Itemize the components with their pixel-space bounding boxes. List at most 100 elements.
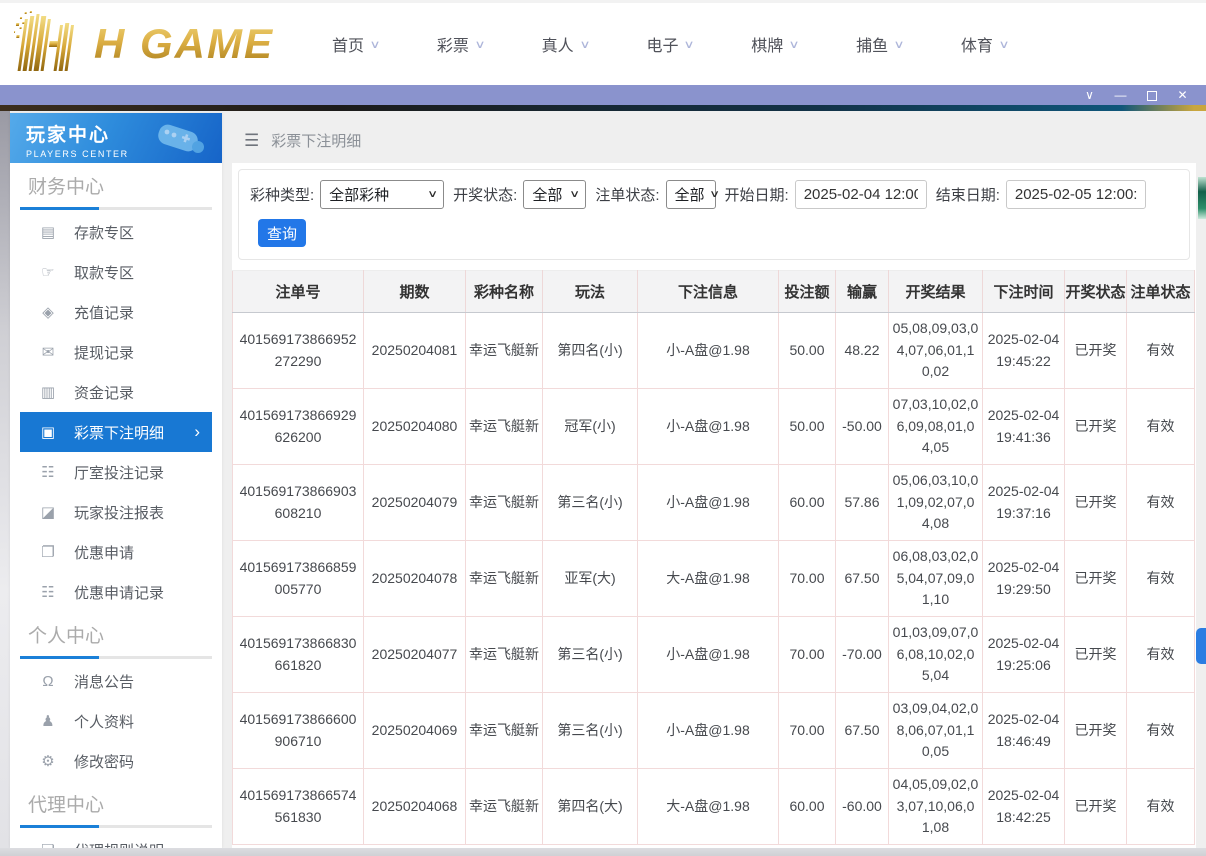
cell-draw-result: 03,09,04,02,08,06,07,01,10,05	[889, 693, 983, 769]
main-panel: 彩种类型: 全部彩种 ∨ 开奖状态: 全部 ∨ 注单状态: 全部 ∨ 开始日期:…	[232, 163, 1196, 848]
order-status-select[interactable]: 全部 ∨	[666, 180, 716, 209]
col-header-win-loss: 输赢	[836, 271, 889, 313]
maximize-button[interactable]	[1136, 85, 1167, 105]
nav-item-live[interactable]: 真人∨	[542, 32, 589, 56]
sidebar-item-change-password[interactable]: ⚙修改密码	[20, 741, 212, 781]
cell-bet-amount: 60.00	[779, 769, 836, 845]
deposit-card-icon: ▤	[38, 223, 58, 241]
cell-bet-time: 2025-02-04 18:42:25	[983, 769, 1065, 845]
sidebar-menu: 财务中心 ▤存款专区☞取款专区◈充值记录✉提现记录▥资金记录▣彩票下注明细›☷厅室…	[10, 163, 222, 848]
table-row: 40156917386692962620020250204080幸运飞艇新冠军(…	[233, 389, 1195, 465]
close-button[interactable]: ✕	[1167, 85, 1198, 105]
logo[interactable]: H GAME	[14, 11, 274, 73]
titlebar-collapse-button[interactable]: ∨	[1074, 85, 1105, 105]
table-row: 40156917386685900577020250204078幸运飞艇新亚军(…	[233, 541, 1195, 617]
cell-period: 20250204069	[364, 693, 466, 769]
player-bet-report-chart-icon: ◪	[38, 503, 58, 521]
floating-side-tab[interactable]	[1196, 628, 1206, 664]
table-header-row: 注单号期数彩种名称玩法下注信息投注额输赢开奖结果下注时间开奖状态注单状态	[233, 271, 1195, 313]
sidebar-item-withdraw-records[interactable]: ✉提现记录	[20, 332, 212, 372]
cell-order-no: 401569173866952272290	[233, 313, 364, 389]
nav-label: 棋牌	[751, 32, 783, 56]
end-date-input[interactable]	[1006, 180, 1146, 209]
cell-draw-result: 05,08,09,03,04,07,06,01,10,02	[889, 313, 983, 389]
cell-bet-amount: 50.00	[779, 313, 836, 389]
col-header-lottery-name: 彩种名称	[466, 271, 543, 313]
cell-lottery-name: 幸运飞艇新	[466, 389, 543, 465]
nav-item-chess[interactable]: 棋牌∨	[751, 32, 798, 56]
table-row: 40156917386660090671020250204069幸运飞艇新第三名…	[233, 693, 1195, 769]
chevron-down-icon: ∨	[998, 38, 1009, 51]
draw-status-select[interactable]: 全部 ∨	[523, 180, 586, 209]
filter-row: 彩种类型: 全部彩种 ∨ 开奖状态: 全部 ∨ 注单状态: 全部 ∨ 开始日期:…	[247, 180, 1181, 209]
recharge-moneybag-icon: ◈	[38, 303, 58, 321]
cell-lottery-name: 幸运飞艇新	[466, 465, 543, 541]
col-header-draw-result: 开奖结果	[889, 271, 983, 313]
cell-bet-info: 大-A盘@1.98	[638, 541, 779, 617]
cell-period: 20250204078	[364, 541, 466, 617]
chevron-down-icon: ∨	[474, 38, 485, 51]
sidebar-item-promo-apply-records[interactable]: ☷优惠申请记录	[20, 572, 212, 612]
start-date-input[interactable]	[795, 180, 927, 209]
cell-lottery-name: 幸运飞艇新	[466, 617, 543, 693]
sidebar-banner: 玩家中心 PLAYERS CENTER	[10, 113, 222, 163]
sidebar-item-label: 消息公告	[74, 671, 134, 692]
lottery-type-select[interactable]: 全部彩种 ∨	[320, 180, 444, 209]
section-underline	[20, 207, 212, 210]
section-underline	[20, 656, 212, 659]
lottery-type-value: 全部彩种	[329, 184, 389, 205]
sidebar-item-label: 优惠申请记录	[74, 582, 164, 603]
sidebar-item-label: 提现记录	[74, 342, 134, 363]
cell-lottery-name: 幸运飞艇新	[466, 541, 543, 617]
hamburger-icon[interactable]: ☰	[244, 131, 259, 151]
sidebar-item-label: 优惠申请	[74, 542, 134, 563]
sidebar-item-label: 玩家投注报表	[74, 502, 164, 523]
search-button[interactable]: 查询	[258, 219, 306, 247]
nav-item-home[interactable]: 首页∨	[332, 32, 379, 56]
cell-order-status: 有效	[1127, 769, 1195, 845]
col-header-draw-status: 开奖状态	[1065, 271, 1127, 313]
section-title-agent-center: 代理中心	[10, 781, 222, 819]
sidebar-item-messages[interactable]: Ω 消息公告	[20, 661, 212, 701]
message-bell-icon: Ω	[38, 673, 58, 690]
sidebar-item-hall-bet-records[interactable]: ☷厅室投注记录	[20, 452, 212, 492]
right-edge-decoration	[1198, 177, 1206, 219]
sidebar-item-player-bet-report[interactable]: ◪ 玩家投注报表	[20, 492, 212, 532]
cell-draw-status: 已开奖	[1065, 541, 1127, 617]
cell-period: 20250204080	[364, 389, 466, 465]
cell-bet-amount: 60.00	[779, 465, 836, 541]
minimize-button[interactable]: —	[1105, 85, 1136, 105]
cell-bet-time: 2025-02-04 19:37:16	[983, 465, 1065, 541]
cell-order-no: 401569173866903608210	[233, 465, 364, 541]
sidebar-item-label: 彩票下注明细	[74, 422, 164, 443]
profile-person-icon: ♟	[38, 712, 58, 730]
sidebar-item-lottery-bet-details[interactable]: ▣彩票下注明细›	[20, 412, 212, 452]
section-title-finance-center: 财务中心	[10, 163, 222, 201]
nav-item-sports[interactable]: 体育∨	[961, 32, 1008, 56]
sidebar-item-profile[interactable]: ♟个人资料	[20, 701, 212, 741]
cell-win-loss: -50.00	[836, 389, 889, 465]
cell-draw-status: 已开奖	[1065, 769, 1127, 845]
table-row: 40156917386695227229020250204081幸运飞艇新第四名…	[233, 313, 1195, 389]
sidebar-item-promo-apply[interactable]: ❐优惠申请	[20, 532, 212, 572]
cell-order-status: 有效	[1127, 693, 1195, 769]
sidebar-item-agent-rules[interactable]: ❏代理规则说明	[20, 830, 212, 848]
nav-item-slots[interactable]: 电子∨	[646, 32, 693, 56]
sidebar-item-label: 取款专区	[74, 262, 134, 283]
nav-item-fishing[interactable]: 捕鱼∨	[856, 32, 903, 56]
chevron-down-icon: ∨	[709, 189, 720, 200]
sidebar-item-recharge-records[interactable]: ◈充值记录	[20, 292, 212, 332]
cell-bet-info: 大-A盘@1.98	[638, 769, 779, 845]
nav-item-lottery[interactable]: 彩票∨	[437, 32, 484, 56]
cell-period: 20250204068	[364, 769, 466, 845]
col-header-period: 期数	[364, 271, 466, 313]
draw-status-value: 全部	[532, 184, 562, 205]
cell-bet-time: 2025-02-04 19:25:06	[983, 617, 1065, 693]
cell-draw-result: 04,05,09,02,03,07,10,06,01,08	[889, 769, 983, 845]
cell-bet-time: 2025-02-04 19:45:22	[983, 313, 1065, 389]
funds-record-icon: ▥	[38, 383, 58, 401]
sidebar-item-withdraw-zone[interactable]: ☞取款专区	[20, 252, 212, 292]
sidebar-item-deposit-zone[interactable]: ▤存款专区	[20, 212, 212, 252]
cell-draw-result: 07,03,10,02,06,09,08,01,04,05	[889, 389, 983, 465]
sidebar-item-funds-records[interactable]: ▥资金记录	[20, 372, 212, 412]
